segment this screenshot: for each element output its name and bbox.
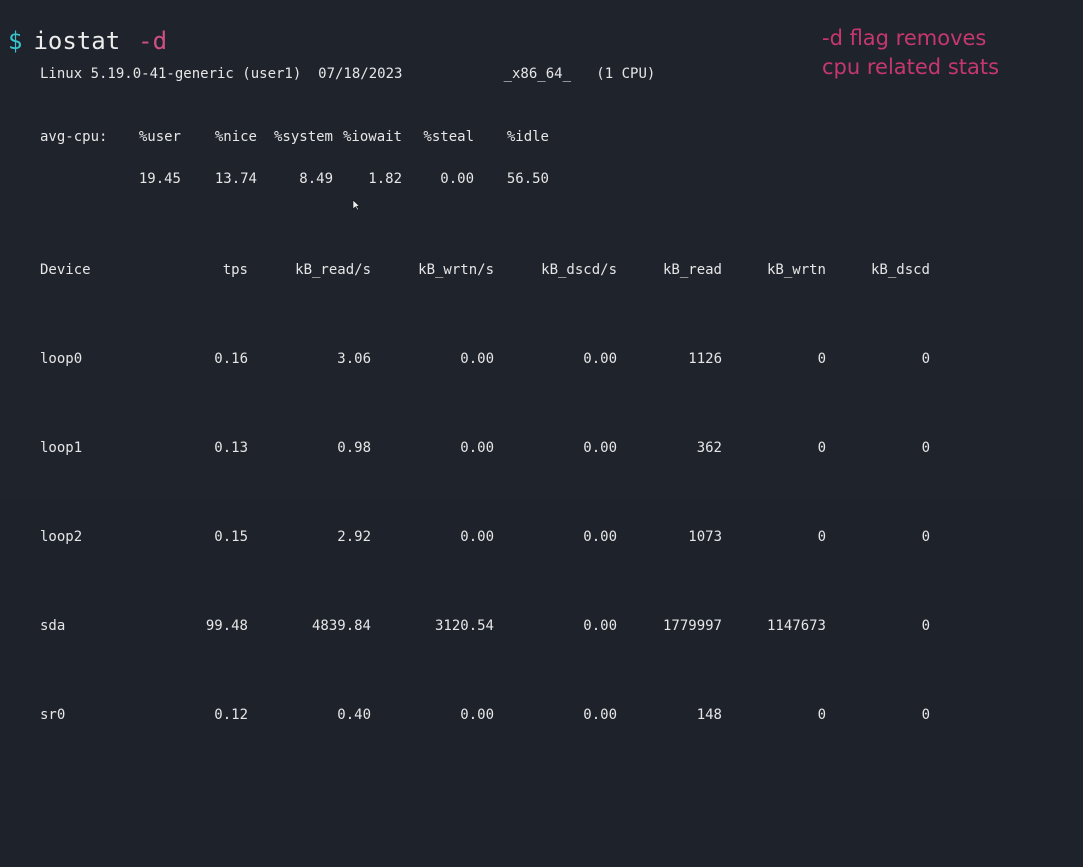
kb-dscd-s-value: 0.00: [583, 351, 617, 367]
header-tps: tps: [222, 262, 248, 278]
cpu-stats: avg-cpu: %user %nice %system %iowait %st…: [40, 128, 549, 188]
kb-read-s-value: 3.06: [337, 351, 371, 367]
kb-dscd-value: 0: [921, 351, 930, 367]
cpu-value-user: 19.45: [138, 171, 181, 187]
annotation-line-1: -d flag removes: [822, 26, 987, 50]
header-kb-read: kB_read: [662, 262, 722, 278]
prompt-symbol: $: [8, 27, 23, 55]
cpu-header-row: avg-cpu: %user %nice %system %iowait %st…: [40, 128, 549, 146]
kb-read-s-value: 2.92: [337, 529, 371, 545]
terminal-window[interactable]: $ iostat -d -d flag removes cpu related …: [0, 0, 1083, 723]
table-row: loop2 0.15 2.92 0.00 0.00 1073 0 0: [40, 529, 930, 547]
tps-value: 0.15: [214, 529, 248, 545]
cpu-header-iowait: %iowait: [342, 129, 402, 145]
cpu-header-nice: %nice: [214, 129, 257, 145]
kb-dscd-s-value: 0.00: [583, 529, 617, 545]
command-text: iostat: [33, 27, 121, 55]
tps-value: 99.48: [205, 618, 248, 634]
device-header-row: Device tps kB_read/s kB_wrtn/s kB_dscd/s…: [40, 262, 930, 280]
kb-wrtn-s-value: 0.00: [460, 707, 494, 723]
kb-wrtn-s-value: 3120.54: [434, 618, 494, 634]
annotation-line-2: cpu related stats: [822, 55, 1000, 79]
device-name: sr0: [40, 707, 66, 723]
kb-wrtn-s-value: 0.00: [460, 440, 494, 456]
cpu-value-iowait: 1.82: [368, 171, 402, 187]
header-kb-dscd: kB_dscd: [870, 262, 930, 278]
kb-wrtn-value: 0: [817, 351, 826, 367]
table-row: sr0 0.12 0.40 0.00 0.00 148 0 0: [40, 707, 930, 725]
system-info: Linux 5.19.0-41-generic (user1) 07/18/20…: [40, 66, 656, 82]
kb-read-s-value: 0.40: [337, 707, 371, 723]
header-kb-wrtn-s: kB_wrtn/s: [418, 262, 494, 278]
kb-read-value: 362: [696, 440, 722, 456]
header-kb-dscd-s: kB_dscd/s: [541, 262, 617, 278]
cpu-value-steal: 0.00: [440, 171, 474, 187]
command-line: $ iostat -d: [8, 27, 167, 61]
kb-read-value: 148: [696, 707, 722, 723]
cpu-header-system: %system: [273, 129, 333, 145]
annotation-note: -d flag removes cpu related stats: [822, 24, 999, 82]
tps-value: 0.13: [214, 440, 248, 456]
kb-dscd-s-value: 0.00: [583, 618, 617, 634]
kb-dscd-value: 0: [921, 529, 930, 545]
command-flag: -d: [138, 27, 168, 55]
header-kb-wrtn: kB_wrtn: [766, 262, 826, 278]
kb-wrtn-value: 0: [817, 529, 826, 545]
device-name: loop2: [40, 529, 83, 545]
device-name: loop0: [40, 351, 83, 367]
kb-read-s-value: 4839.84: [311, 618, 371, 634]
kb-dscd-value: 0: [921, 618, 930, 634]
table-row: loop1 0.13 0.98 0.00 0.00 362 0 0: [40, 440, 930, 458]
device-name: sda: [40, 618, 66, 634]
cpu-value-idle: 56.50: [506, 171, 549, 187]
kb-dscd-s-value: 0.00: [583, 707, 617, 723]
cpu-values-row: 19.45 13.74 8.49 1.82 0.00 56.50: [40, 170, 549, 188]
kb-dscd-value: 0: [921, 707, 930, 723]
kb-read-value: 1073: [688, 529, 722, 545]
cpu-value-nice: 13.74: [214, 171, 257, 187]
mouse-pointer-icon: [352, 199, 360, 211]
cpu-value-system: 8.49: [299, 171, 333, 187]
tps-value: 0.12: [214, 707, 248, 723]
kb-wrtn-s-value: 0.00: [460, 529, 494, 545]
cpu-header-idle: %idle: [506, 129, 549, 145]
kb-wrtn-s-value: 0.00: [460, 351, 494, 367]
kb-dscd-value: 0: [921, 440, 930, 456]
kb-read-value: 1126: [688, 351, 722, 367]
cpu-label: avg-cpu:: [40, 129, 108, 145]
header-kb-read-s: kB_read/s: [295, 262, 371, 278]
kb-wrtn-value: 0: [817, 707, 826, 723]
device-table: Device tps kB_read/s kB_wrtn/s kB_dscd/s…: [40, 230, 930, 780]
tps-value: 0.16: [214, 351, 248, 367]
kb-dscd-s-value: 0.00: [583, 440, 617, 456]
cpu-header-steal: %steal: [423, 129, 474, 145]
cpu-header-user: %user: [138, 129, 181, 145]
kb-wrtn-value: 0: [817, 440, 826, 456]
kb-wrtn-value: 1147673: [766, 618, 826, 634]
header-device: Device: [40, 262, 91, 278]
kb-read-s-value: 0.98: [337, 440, 371, 456]
table-row: loop0 0.16 3.06 0.00 0.00 1126 0 0: [40, 351, 930, 369]
table-row: sda 99.48 4839.84 3120.54 0.00 1779997 1…: [40, 618, 930, 636]
kb-read-value: 1779997: [662, 618, 722, 634]
device-name: loop1: [40, 440, 83, 456]
